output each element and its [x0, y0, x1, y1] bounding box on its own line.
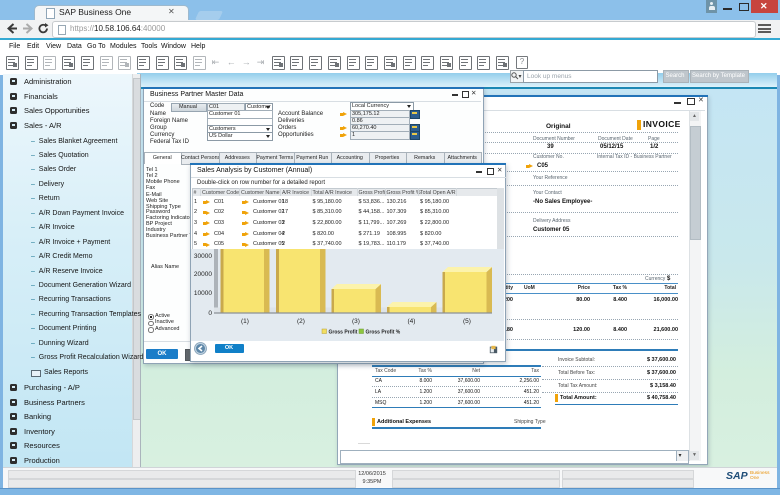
svg-text:(3): (3)	[352, 318, 360, 325]
svg-text:(1): (1)	[241, 318, 249, 325]
svg-text:Gross Profit: Gross Profit	[329, 330, 358, 336]
svg-text:0: 0	[208, 310, 212, 317]
svg-text:20000: 20000	[194, 271, 212, 278]
svg-text:(5): (5)	[463, 318, 471, 325]
svg-text:(2): (2)	[297, 318, 305, 325]
svg-text:10000: 10000	[194, 290, 212, 297]
svg-text:(4): (4)	[408, 318, 416, 325]
svg-text:Gross Profit %: Gross Profit %	[366, 330, 401, 336]
svg-text:30000: 30000	[194, 253, 212, 260]
